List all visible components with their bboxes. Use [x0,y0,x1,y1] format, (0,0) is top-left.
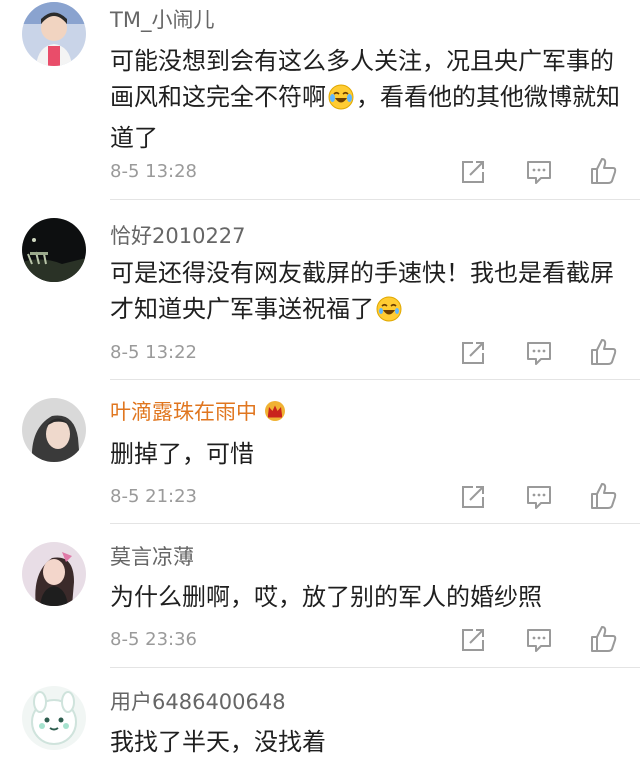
thumbs-up-icon[interactable] [588,481,618,511]
comment-item: 恰好2010227 可是还得没有网友截屏的手速快！我也是看截屏才知道央广军事送祝… [0,200,640,380]
thumbs-up-icon[interactable] [588,156,618,186]
username-text: 叶滴露珠在雨中 [110,400,257,424]
comment-item: 莫言凉薄 为什么删啊，哎，放了别的军人的婚纱照 8-5 23:36 [0,524,640,668]
share-icon[interactable] [458,625,488,655]
comment-text: 可能没想到会有这么多人关注，况且央广军事的画风和这完全不符啊 ，看看他的其他微博就… [110,43,630,156]
crying-laughing-emoji [328,84,354,120]
comment-item: 用户6486400648 我找了半天，没找着 [0,668,640,762]
comment-icon[interactable] [524,625,554,655]
comment-text-part: 可是还得没有网友截屏的手速快！我也是看截屏才知道央广军事送祝福了 [110,259,614,323]
timestamp: 8-5 23:36 [110,629,197,650]
username[interactable]: 叶滴露珠在雨中 [110,400,287,427]
share-icon[interactable] [458,338,488,368]
share-icon[interactable] [458,157,488,187]
comment-item: TM_小闹儿 可能没想到会有这么多人关注，况且央广军事的画风和这完全不符啊 ，看看… [0,0,640,200]
comment-text: 为什么删啊，哎，放了别的军人的婚纱照 [110,583,542,611]
timestamp: 8-5 13:22 [110,342,197,363]
username[interactable]: TM_小闹儿 [110,8,214,32]
avatar[interactable] [22,218,86,282]
thumbs-up-icon[interactable] [588,624,618,654]
timestamp: 8-5 21:23 [110,486,197,507]
comment-icon[interactable] [524,338,554,368]
username[interactable]: 莫言凉薄 [110,545,194,569]
comment-text: 可是还得没有网友截屏的手速快！我也是看截屏才知道央广军事送祝福了 [110,255,630,332]
avatar[interactable] [22,398,86,462]
share-icon[interactable] [458,482,488,512]
laughing-emoji [376,296,402,332]
avatar[interactable] [22,2,86,66]
comment-item: 叶滴露珠在雨中 删掉了，可惜 8-5 21:23 [0,380,640,524]
username[interactable]: 恰好2010227 [110,224,246,248]
crown-icon [263,400,287,427]
avatar[interactable] [22,542,86,606]
comment-text: 删掉了，可惜 [110,440,254,468]
comment-text: 我找了半天，没找着 [110,728,326,756]
avatar[interactable] [22,686,86,750]
comment-icon[interactable] [524,482,554,512]
comment-icon[interactable] [524,157,554,187]
timestamp: 8-5 13:28 [110,161,197,182]
username[interactable]: 用户6486400648 [110,690,286,714]
thumbs-up-icon[interactable] [588,337,618,367]
